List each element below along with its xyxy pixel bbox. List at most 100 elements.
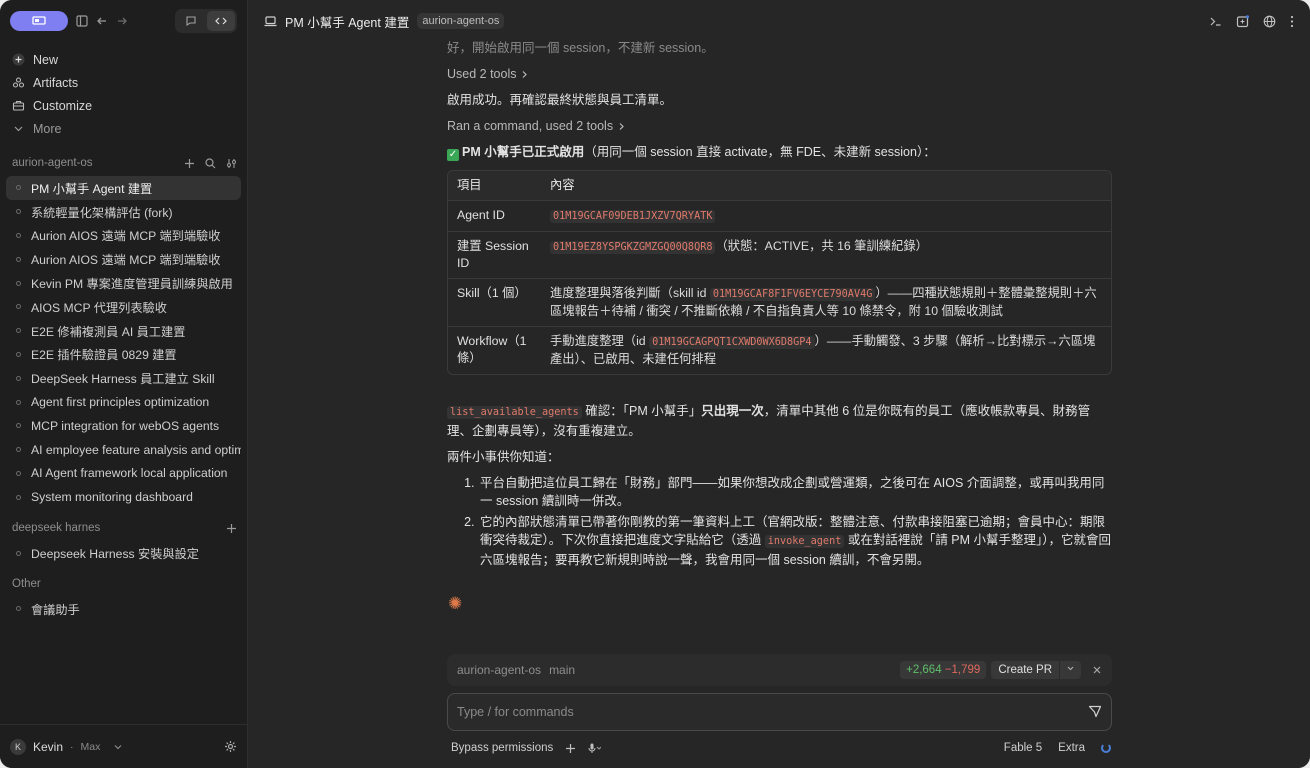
list-item[interactable]: System monitoring dashboard [6,485,241,509]
list-item-label: PM 小幫手 Agent 建置 [31,181,153,196]
create-pr-button[interactable]: Create PR [991,661,1081,679]
branch-name[interactable]: main [549,663,575,677]
globe-icon[interactable] [1263,15,1276,28]
permissions-toggle[interactable]: Bypass permissions [451,742,553,754]
create-pr-label: Create PR [991,661,1060,679]
table-header: 項目 [448,171,541,200]
list-item-label: AIOS MCP 代理列表驗收 [31,300,167,315]
list-item-label: AI employee feature analysis and optim [31,442,241,457]
git-status-bar: aurion-agent-os main +2,664 −1,799 Creat… [447,654,1112,686]
effort-selector[interactable]: Extra [1058,742,1085,754]
close-icon[interactable] [1092,665,1102,675]
list-item[interactable]: Agent first principles optimization [6,390,241,414]
chevron-down-icon[interactable] [1060,661,1081,679]
status-actions: +2,664 −1,799 Create PR [900,661,1102,679]
settings-gear-icon[interactable] [224,740,237,753]
confirm-text: 確認：「PM 小幫手」 [581,404,702,418]
table-cell-key: Skill（1 個） [448,278,541,326]
cell-text: （狀態：ACTIVE，共 16 筆訓練紀錄） [715,239,928,253]
preview-icon[interactable] [1236,14,1249,28]
status-dot [16,185,21,191]
forward-arrow-icon[interactable] [116,15,128,27]
microphone-icon[interactable] [588,743,602,754]
list-item[interactable]: MCP integration for webOS agents [6,414,241,438]
top-actions [1209,14,1294,28]
plus-icon[interactable] [184,158,195,169]
code-mode-button[interactable] [207,11,235,31]
model-selector[interactable]: Fable 5 [1004,742,1042,754]
list-item[interactable]: Aurion AIOS 遠端 MCP 端到端驗收 [6,224,241,248]
list-item[interactable]: AI employee feature analysis and optim [6,438,241,462]
loading-spinner-icon [1101,743,1111,753]
table-row: 建置 Session ID 01M19EZ8YSPGKZGMZGQ00Q8QR8… [448,231,1111,278]
list-item[interactable]: AI Agent framework local application [6,462,241,486]
list-item[interactable]: E2E 修補複測員 AI 員工建置 [6,319,241,343]
artifacts-label: Artifacts [33,75,79,90]
session-list-deepseek: Deepseek Harness 安裝與設定 [0,539,247,567]
project-tag[interactable]: aurion-agent-os [417,13,505,29]
list-item[interactable]: 會議助手 [6,597,241,621]
confirm-bold: 只出現一次 [701,404,764,418]
inline-code: invoke_agent [764,535,845,548]
filter-icon[interactable] [226,158,237,169]
inline-code: 01M19EZ8YSPGKZGMZGQ00Q8QR8 [550,241,716,254]
status-dot [16,470,21,476]
search-icon[interactable] [205,157,216,169]
avatar[interactable]: K [10,738,26,755]
plus-icon[interactable] [226,523,237,534]
list-item-label: 會議助手 [31,602,80,617]
list-item[interactable]: Kevin PM 專案進度管理員訓練與啟用 [6,271,241,295]
tool-summary-1[interactable]: Used 2 tools [447,66,1112,83]
sidebar-toggle-icon[interactable] [76,15,88,27]
status-dot [16,328,21,334]
lines-removed: −1,799 [944,664,981,676]
list-item-label: Aurion AIOS 遠端 MCP 端到端驗收 [31,253,221,268]
workspace-button[interactable] [10,11,68,31]
status-dot [16,447,21,453]
table-row: Agent ID 01M19GCAF09DEB1JXZV7QRYATK [448,200,1111,231]
artifacts-icon [12,76,25,89]
sidebar-toolbar [0,0,247,42]
thinking-spark-icon: ✺ [448,594,463,613]
back-arrow-icon[interactable] [96,15,108,27]
tool-summary-2[interactable]: Ran a command, used 2 tools [447,118,1112,135]
table-cell-key: 建置 Session ID [448,231,541,278]
list-item-label: MCP integration for webOS agents [31,418,220,433]
new-label: New [33,52,59,67]
plan-badge: Max [80,740,101,753]
list-item[interactable]: PM 小幫手 Agent 建置 [6,176,241,200]
list-item[interactable]: E2E 插件驗證員 0829 建置 [6,343,241,367]
table-row: Workflow（1 條） 手動進度整理（id 01M19GCAGPQT1CXW… [448,326,1111,374]
new-button[interactable]: New [8,48,239,71]
list-item-label: DeepSeek Harness 員工建立 Skill [31,372,215,387]
plus-icon[interactable] [565,743,576,754]
more-vertical-icon[interactable] [1290,15,1294,28]
list-item[interactable]: 系統輕量化架構評估 (fork) [6,200,241,224]
diff-stats[interactable]: +2,664 −1,799 [900,661,987,679]
chat-mode-button[interactable] [177,11,205,31]
status-dot [16,304,21,310]
list-item-label: Agent first principles optimization [31,395,210,410]
message-text: 啟用成功。再確認最終狀態與員工清單。 [447,93,673,107]
success-rest: （用同一個 session 直接 activate，無 FDE、未建新 sess… [584,145,936,159]
composer-placeholder: Type / for commands [457,705,574,719]
terminal-icon[interactable] [1209,15,1222,28]
status-dot [16,232,21,238]
customize-button[interactable]: Customize [8,94,239,117]
customize-label: Customize [33,98,93,113]
user-name[interactable]: Kevin [33,740,63,754]
send-icon[interactable] [1088,704,1102,721]
chevron-down-icon[interactable] [113,742,123,752]
repo-name[interactable]: aurion-agent-os [457,663,541,677]
inline-code: 01M19GCAGPQT1CXWD0WX6D8GP4 [649,336,815,349]
list-item[interactable]: Deepseek Harness 安裝與設定 [6,541,241,565]
artifacts-button[interactable]: Artifacts [8,71,239,94]
summary-table: 項目 內容 Agent ID 01M19GCAF09DEB1JXZV7QRYAT… [447,170,1112,375]
list-item[interactable]: Aurion AIOS 遠端 MCP 端到端驗收 [6,247,241,271]
list-item[interactable]: AIOS MCP 代理列表驗收 [6,295,241,319]
composer-input[interactable]: Type / for commands [447,693,1112,731]
list-item: 它的內部狀態清單已帶著你剛教的第一筆資料上工（官網改版：整體注意、付款串接阻塞已… [478,513,1112,569]
more-button[interactable]: More [8,117,239,140]
list-item[interactable]: DeepSeek Harness 員工建立 Skill [6,366,241,390]
status-dot [16,606,21,612]
